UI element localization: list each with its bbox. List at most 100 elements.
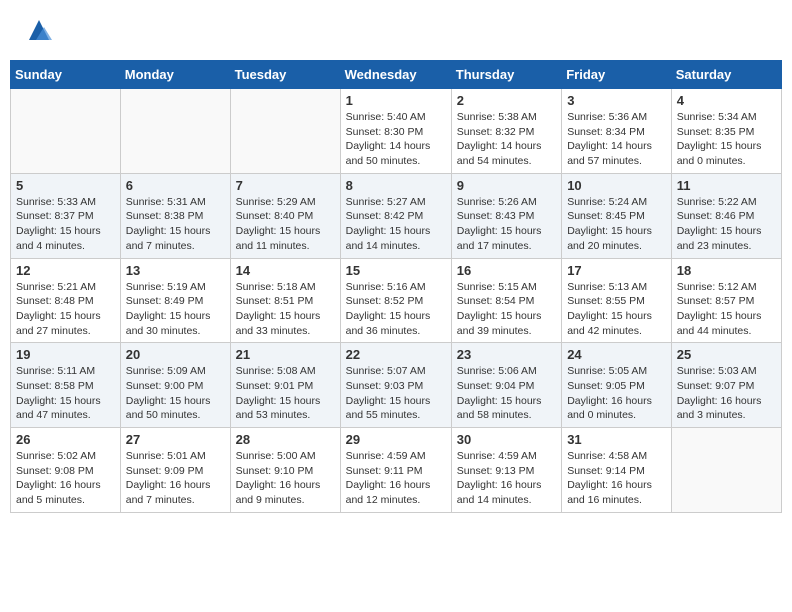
calendar-cell: 8 Sunrise: 5:27 AM Sunset: 8:42 PM Daylig… bbox=[340, 173, 451, 258]
page-header bbox=[10, 10, 782, 50]
weekday-header-monday: Monday bbox=[120, 61, 230, 89]
day-details: Sunrise: 5:12 AM Sunset: 8:57 PM Dayligh… bbox=[677, 280, 776, 339]
calendar-cell: 2 Sunrise: 5:38 AM Sunset: 8:32 PM Daylig… bbox=[451, 89, 561, 174]
day-details: Sunrise: 5:05 AM Sunset: 9:05 PM Dayligh… bbox=[567, 364, 666, 423]
day-details: Sunrise: 5:07 AM Sunset: 9:03 PM Dayligh… bbox=[346, 364, 446, 423]
day-number: 21 bbox=[236, 347, 335, 362]
calendar-cell: 22 Sunrise: 5:07 AM Sunset: 9:03 PM Dayli… bbox=[340, 343, 451, 428]
day-details: Sunrise: 5:02 AM Sunset: 9:08 PM Dayligh… bbox=[16, 449, 115, 508]
day-number: 5 bbox=[16, 178, 115, 193]
calendar-week-row: 5 Sunrise: 5:33 AM Sunset: 8:37 PM Daylig… bbox=[11, 173, 782, 258]
calendar-cell: 30 Sunrise: 4:59 AM Sunset: 9:13 PM Dayli… bbox=[451, 428, 561, 513]
day-details: Sunrise: 5:15 AM Sunset: 8:54 PM Dayligh… bbox=[457, 280, 556, 339]
day-number: 1 bbox=[346, 93, 446, 108]
calendar-cell bbox=[671, 428, 781, 513]
calendar-cell bbox=[11, 89, 121, 174]
weekday-header-thursday: Thursday bbox=[451, 61, 561, 89]
day-number: 14 bbox=[236, 263, 335, 278]
day-details: Sunrise: 5:31 AM Sunset: 8:38 PM Dayligh… bbox=[126, 195, 225, 254]
day-number: 25 bbox=[677, 347, 776, 362]
logo bbox=[20, 15, 54, 45]
day-details: Sunrise: 5:01 AM Sunset: 9:09 PM Dayligh… bbox=[126, 449, 225, 508]
day-number: 2 bbox=[457, 93, 556, 108]
day-number: 28 bbox=[236, 432, 335, 447]
calendar-cell: 10 Sunrise: 5:24 AM Sunset: 8:45 PM Dayli… bbox=[562, 173, 672, 258]
day-number: 3 bbox=[567, 93, 666, 108]
day-details: Sunrise: 5:21 AM Sunset: 8:48 PM Dayligh… bbox=[16, 280, 115, 339]
calendar-cell bbox=[120, 89, 230, 174]
day-details: Sunrise: 5:40 AM Sunset: 8:30 PM Dayligh… bbox=[346, 110, 446, 169]
calendar-cell: 23Sunrise: 5:06 AM Sunset: 9:04 PM Dayli… bbox=[451, 343, 561, 428]
day-details: Sunrise: 5:22 AM Sunset: 8:46 PM Dayligh… bbox=[677, 195, 776, 254]
day-number: 29 bbox=[346, 432, 446, 447]
calendar-cell bbox=[230, 89, 340, 174]
day-details: Sunrise: 5:33 AM Sunset: 8:37 PM Dayligh… bbox=[16, 195, 115, 254]
day-number: 18 bbox=[677, 263, 776, 278]
calendar-week-row: 12 Sunrise: 5:21 AM Sunset: 8:48 PM Dayli… bbox=[11, 258, 782, 343]
weekday-header-wednesday: Wednesday bbox=[340, 61, 451, 89]
calendar-week-row: 19Sunrise: 5:11 AM Sunset: 8:58 PM Dayli… bbox=[11, 343, 782, 428]
calendar-cell: 27 Sunrise: 5:01 AM Sunset: 9:09 PM Dayli… bbox=[120, 428, 230, 513]
day-details: Sunrise: 5:18 AM Sunset: 8:51 PM Dayligh… bbox=[236, 280, 335, 339]
day-details: Sunrise: 4:59 AM Sunset: 9:13 PM Dayligh… bbox=[457, 449, 556, 508]
calendar-cell: 31Sunrise: 4:58 AM Sunset: 9:14 PM Dayli… bbox=[562, 428, 672, 513]
weekday-header-tuesday: Tuesday bbox=[230, 61, 340, 89]
calendar-table: SundayMondayTuesdayWednesdayThursdayFrid… bbox=[10, 60, 782, 513]
weekday-header-friday: Friday bbox=[562, 61, 672, 89]
calendar-cell: 6 Sunrise: 5:31 AM Sunset: 8:38 PM Daylig… bbox=[120, 173, 230, 258]
day-details: Sunrise: 5:34 AM Sunset: 8:35 PM Dayligh… bbox=[677, 110, 776, 169]
day-number: 22 bbox=[346, 347, 446, 362]
calendar-cell: 20 Sunrise: 5:09 AM Sunset: 9:00 PM Dayli… bbox=[120, 343, 230, 428]
day-details: Sunrise: 5:36 AM Sunset: 8:34 PM Dayligh… bbox=[567, 110, 666, 169]
day-details: Sunrise: 5:16 AM Sunset: 8:52 PM Dayligh… bbox=[346, 280, 446, 339]
calendar-cell: 4 Sunrise: 5:34 AM Sunset: 8:35 PM Daylig… bbox=[671, 89, 781, 174]
calendar-cell: 5 Sunrise: 5:33 AM Sunset: 8:37 PM Daylig… bbox=[11, 173, 121, 258]
calendar-cell: 28 Sunrise: 5:00 AM Sunset: 9:10 PM Dayli… bbox=[230, 428, 340, 513]
calendar-cell: 18 Sunrise: 5:12 AM Sunset: 8:57 PM Dayli… bbox=[671, 258, 781, 343]
day-number: 27 bbox=[126, 432, 225, 447]
day-details: Sunrise: 5:06 AM Sunset: 9:04 PM Dayligh… bbox=[457, 364, 556, 423]
day-number: 16 bbox=[457, 263, 556, 278]
day-number: 30 bbox=[457, 432, 556, 447]
day-number: 12 bbox=[16, 263, 115, 278]
calendar-cell: 9Sunrise: 5:26 AM Sunset: 8:43 PM Daylig… bbox=[451, 173, 561, 258]
calendar-cell: 17Sunrise: 5:13 AM Sunset: 8:55 PM Dayli… bbox=[562, 258, 672, 343]
calendar-week-row: 1 Sunrise: 5:40 AM Sunset: 8:30 PM Daylig… bbox=[11, 89, 782, 174]
day-details: Sunrise: 5:38 AM Sunset: 8:32 PM Dayligh… bbox=[457, 110, 556, 169]
calendar-cell: 24 Sunrise: 5:05 AM Sunset: 9:05 PM Dayli… bbox=[562, 343, 672, 428]
day-number: 10 bbox=[567, 178, 666, 193]
calendar-cell: 16 Sunrise: 5:15 AM Sunset: 8:54 PM Dayli… bbox=[451, 258, 561, 343]
day-number: 13 bbox=[126, 263, 225, 278]
day-details: Sunrise: 5:27 AM Sunset: 8:42 PM Dayligh… bbox=[346, 195, 446, 254]
day-details: Sunrise: 5:29 AM Sunset: 8:40 PM Dayligh… bbox=[236, 195, 335, 254]
day-number: 15 bbox=[346, 263, 446, 278]
calendar-cell: 11 Sunrise: 5:22 AM Sunset: 8:46 PM Dayli… bbox=[671, 173, 781, 258]
calendar-week-row: 26 Sunrise: 5:02 AM Sunset: 9:08 PM Dayli… bbox=[11, 428, 782, 513]
day-details: Sunrise: 5:08 AM Sunset: 9:01 PM Dayligh… bbox=[236, 364, 335, 423]
day-number: 31 bbox=[567, 432, 666, 447]
calendar-cell: 29 Sunrise: 4:59 AM Sunset: 9:11 PM Dayli… bbox=[340, 428, 451, 513]
day-number: 20 bbox=[126, 347, 225, 362]
calendar-cell: 1 Sunrise: 5:40 AM Sunset: 8:30 PM Daylig… bbox=[340, 89, 451, 174]
day-number: 24 bbox=[567, 347, 666, 362]
day-details: Sunrise: 5:00 AM Sunset: 9:10 PM Dayligh… bbox=[236, 449, 335, 508]
calendar-cell: 12 Sunrise: 5:21 AM Sunset: 8:48 PM Dayli… bbox=[11, 258, 121, 343]
day-number: 6 bbox=[126, 178, 225, 193]
calendar-cell: 13 Sunrise: 5:19 AM Sunset: 8:49 PM Dayli… bbox=[120, 258, 230, 343]
day-number: 26 bbox=[16, 432, 115, 447]
day-details: Sunrise: 5:03 AM Sunset: 9:07 PM Dayligh… bbox=[677, 364, 776, 423]
calendar-cell: 3 Sunrise: 5:36 AM Sunset: 8:34 PM Daylig… bbox=[562, 89, 672, 174]
day-number: 4 bbox=[677, 93, 776, 108]
day-details: Sunrise: 5:09 AM Sunset: 9:00 PM Dayligh… bbox=[126, 364, 225, 423]
day-number: 11 bbox=[677, 178, 776, 193]
calendar-cell: 7Sunrise: 5:29 AM Sunset: 8:40 PM Daylig… bbox=[230, 173, 340, 258]
day-details: Sunrise: 4:59 AM Sunset: 9:11 PM Dayligh… bbox=[346, 449, 446, 508]
logo-icon bbox=[24, 15, 54, 45]
day-number: 19 bbox=[16, 347, 115, 362]
weekday-header-saturday: Saturday bbox=[671, 61, 781, 89]
day-number: 8 bbox=[346, 178, 446, 193]
day-details: Sunrise: 5:19 AM Sunset: 8:49 PM Dayligh… bbox=[126, 280, 225, 339]
day-details: Sunrise: 5:24 AM Sunset: 8:45 PM Dayligh… bbox=[567, 195, 666, 254]
weekday-header-row: SundayMondayTuesdayWednesdayThursdayFrid… bbox=[11, 61, 782, 89]
calendar-cell: 14 Sunrise: 5:18 AM Sunset: 8:51 PM Dayli… bbox=[230, 258, 340, 343]
